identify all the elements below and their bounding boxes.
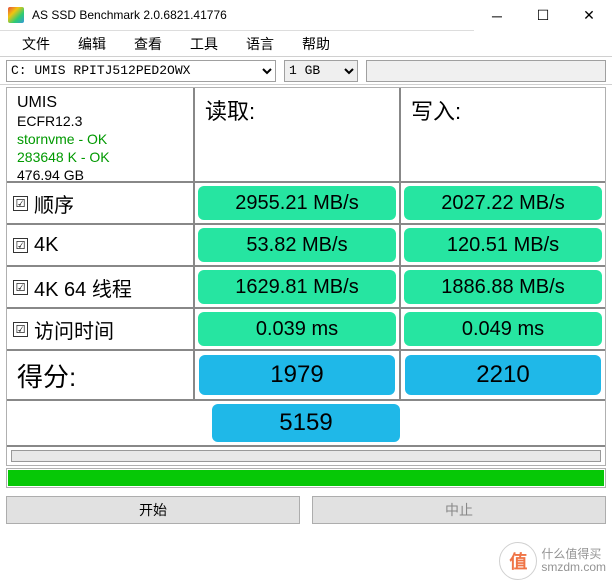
drive-info: UMIS ECFR12.3 stornvme - OK 283648 K - O…: [7, 88, 195, 181]
firmware-text: ECFR12.3: [17, 112, 183, 130]
label-4k64: ☑ 4K 64 线程: [7, 267, 195, 307]
inner-progress-bar: [11, 450, 601, 462]
total-row: 5159: [7, 401, 605, 447]
window-title: AS SSD Benchmark 2.0.6821.41776: [32, 8, 474, 22]
stop-button[interactable]: 中止: [312, 496, 606, 524]
row-seq: ☑ 顺序 2955.21 MB/s 2027.22 MB/s: [7, 183, 605, 225]
score-total: 5159: [212, 404, 400, 442]
menu-file[interactable]: 文件: [8, 31, 64, 57]
progress-bar: [6, 468, 606, 488]
access-read-value: 0.039 ms: [198, 312, 396, 346]
watermark-text: 什么值得买 smzdm.com: [541, 548, 606, 574]
checkbox-seq[interactable]: ☑: [13, 196, 28, 211]
minimize-button[interactable]: ─: [474, 0, 520, 31]
maximize-button[interactable]: ☐: [520, 0, 566, 31]
menu-help[interactable]: 帮助: [288, 31, 344, 57]
label-4k-text: 4K: [34, 234, 58, 257]
toolbar: C: UMIS RPITJ512PED2OWX 1 GB: [0, 57, 612, 85]
label-seq: ☑ 顺序: [7, 183, 195, 223]
row-4k64: ☑ 4K 64 线程 1629.81 MB/s 1886.88 MB/s: [7, 267, 605, 309]
write-header: 写入:: [401, 88, 605, 181]
header-row: UMIS ECFR12.3 stornvme - OK 283648 K - O…: [7, 88, 605, 183]
checkbox-access[interactable]: ☑: [13, 322, 28, 337]
label-access: ☑ 访问时间: [7, 309, 195, 349]
menu-edit[interactable]: 编辑: [64, 31, 120, 57]
row-access: ☑ 访问时间 0.039 ms 0.049 ms: [7, 309, 605, 351]
checkbox-4k[interactable]: ☑: [13, 238, 28, 253]
toolbar-empty-slot: [366, 60, 606, 82]
row-4k: ☑ 4K 53.82 MB/s 120.51 MB/s: [7, 225, 605, 267]
start-button[interactable]: 开始: [6, 496, 300, 524]
drive-select[interactable]: C: UMIS RPITJ512PED2OWX: [6, 60, 276, 82]
score-row: 得分: 1979 2210: [7, 351, 605, 401]
close-button[interactable]: ✕: [566, 0, 612, 31]
4k64-read-value: 1629.81 MB/s: [198, 270, 396, 304]
size-select[interactable]: 1 GB: [284, 60, 358, 82]
label-access-text: 访问时间: [34, 315, 114, 344]
menu-view[interactable]: 查看: [120, 31, 176, 57]
driver-status: stornvme - OK: [17, 130, 183, 148]
score-read: 1979: [199, 355, 395, 395]
read-header: 读取:: [195, 88, 401, 181]
4k-read-value: 53.82 MB/s: [198, 228, 396, 262]
app-icon: [8, 7, 24, 23]
label-seq-text: 顺序: [34, 189, 74, 218]
watermark: 值 什么值得买 smzdm.com: [499, 542, 606, 580]
4k-write-value: 120.51 MB/s: [404, 228, 602, 262]
window-controls: ─ ☐ ✕: [474, 0, 612, 30]
score-label: 得分:: [7, 351, 195, 399]
score-write: 2210: [405, 355, 601, 395]
vendor-text: UMIS: [17, 94, 183, 112]
label-4k: ☑ 4K: [7, 225, 195, 265]
menu-language[interactable]: 语言: [232, 31, 288, 57]
titlebar: AS SSD Benchmark 2.0.6821.41776 ─ ☐ ✕: [0, 0, 612, 31]
alignment-status: 283648 K - OK: [17, 148, 183, 166]
results-panel: UMIS ECFR12.3 stornvme - OK 283648 K - O…: [6, 87, 606, 466]
button-row: 开始 中止: [0, 492, 612, 532]
seq-write-value: 2027.22 MB/s: [404, 186, 602, 220]
access-write-value: 0.049 ms: [404, 312, 602, 346]
watermark-icon: 值: [499, 542, 537, 580]
4k64-write-value: 1886.88 MB/s: [404, 270, 602, 304]
capacity-text: 476.94 GB: [17, 166, 183, 184]
menubar: 文件 编辑 查看 工具 语言 帮助: [0, 31, 612, 57]
menu-tools[interactable]: 工具: [176, 31, 232, 57]
label-4k64-text: 4K 64 线程: [34, 273, 132, 302]
checkbox-4k64[interactable]: ☑: [13, 280, 28, 295]
seq-read-value: 2955.21 MB/s: [198, 186, 396, 220]
